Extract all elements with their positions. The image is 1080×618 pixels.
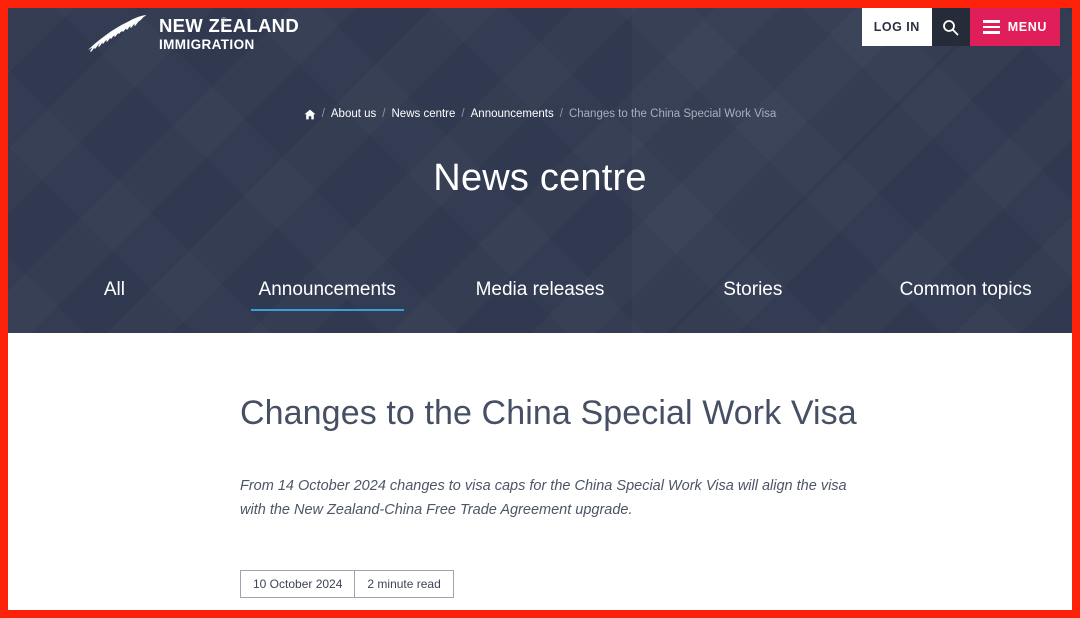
tab-common-topics[interactable]: Common topics [859,279,1072,311]
logo-text: NEW ZEALAND IMMIGRATION [159,15,299,52]
breadcrumb-separator: / [559,108,563,120]
logo-line-2: IMMIGRATION [159,36,255,52]
tab-common-topics-label: Common topics [899,279,1032,300]
tab-underline [38,309,191,311]
site-logo[interactable]: ® NEW ZEALAND IMMIGRATION [80,11,299,57]
article-intro: From 14 October 2024 changes to visa cap… [240,478,847,518]
tab-announcements[interactable]: Announcements [221,279,434,311]
article-read-time: 2 minute read [354,571,452,598]
screenshot-annotation-frame: ® NEW ZEALAND IMMIGRATION LOG IN MENU / … [0,0,1080,618]
tab-underline [463,309,616,311]
article-container: Changes to the China Special Work Visa F… [8,394,1072,599]
hero-section: ® NEW ZEALAND IMMIGRATION LOG IN MENU / … [8,8,1072,333]
breadcrumb-separator: / [321,108,325,120]
breadcrumb-separator: / [461,108,465,120]
tab-media-releases-label: Media releases [475,279,605,300]
tab-stories[interactable]: Stories [646,279,859,311]
tab-stories-label: Stories [723,279,783,300]
article-title: Changes to the China Special Work Visa [240,394,857,432]
breadcrumb-item-news-centre[interactable]: News centre [392,108,456,120]
search-icon [943,19,959,35]
tab-media-releases[interactable]: Media releases [434,279,647,311]
login-button[interactable]: LOG IN [861,8,932,46]
tab-all-label: All [103,279,125,300]
top-bar: ® NEW ZEALAND IMMIGRATION LOG IN MENU [8,8,1072,52]
tab-active-underline [250,309,404,311]
breadcrumb-home-link[interactable] [304,109,316,120]
page-root: ® NEW ZEALAND IMMIGRATION LOG IN MENU / … [8,8,1072,610]
menu-button[interactable]: MENU [969,8,1060,46]
tab-underline [676,309,829,311]
tab-announcements-label: Announcements [258,279,396,300]
registered-trademark-mark: ® [221,16,227,25]
tab-all[interactable]: All [8,279,221,311]
article-section: Changes to the China Special Work Visa F… [8,333,1072,610]
breadcrumb-item-announcements[interactable]: Announcements [471,108,554,120]
silver-fern-icon [88,15,146,52]
news-category-tabs: All Announcements Media releases Stories… [8,279,1072,311]
breadcrumb-item-current: Changes to the China Special Work Visa [568,108,777,120]
logo-line-1: NEW ZEALAND [159,15,299,36]
breadcrumb-item-about-us[interactable]: About us [331,108,376,120]
page-title: News centre [433,157,647,199]
top-bar-actions: LOG IN MENU [861,8,1060,46]
article-date: 10 October 2024 [253,577,343,592]
home-icon [304,109,316,119]
tab-underline [889,309,1042,311]
menu-button-label: MENU [1007,20,1047,34]
search-button[interactable] [931,8,970,46]
breadcrumb-separator: / [382,108,386,120]
article-meta: 10 October 2024 2 minute read [240,570,454,599]
breadcrumb: / About us / News centre / Announcements… [8,108,1072,120]
hamburger-icon [982,20,1000,34]
